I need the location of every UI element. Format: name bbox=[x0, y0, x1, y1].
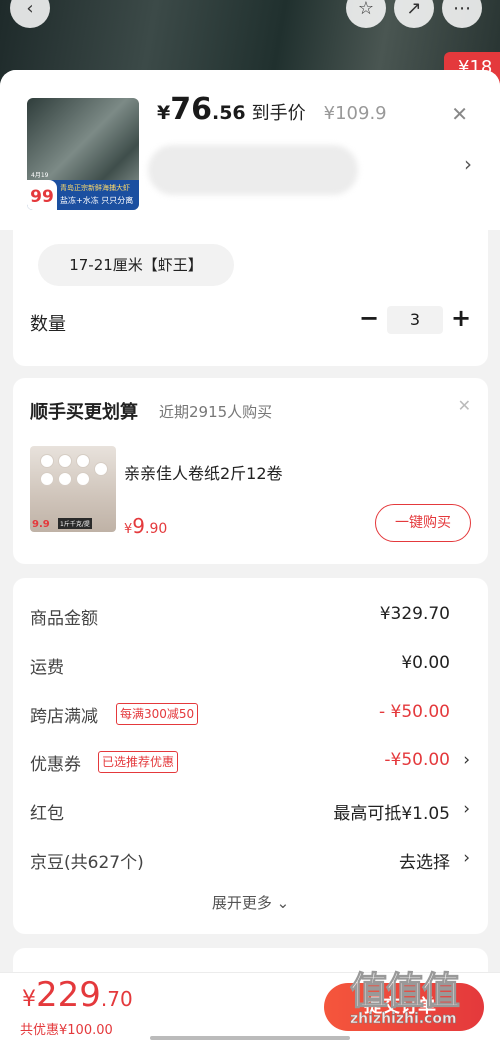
price-decimal: .56 bbox=[211, 102, 246, 124]
blurred-address bbox=[148, 145, 358, 195]
expand-more-label: 展开更多 bbox=[211, 894, 272, 912]
total-price: ¥ 229 .70 bbox=[22, 975, 133, 1015]
discount-tag: 每满300减50 bbox=[116, 703, 199, 725]
price-row: ¥ 76 .56 到手价 ¥109.9 bbox=[157, 92, 387, 127]
price-label: 到手价 bbox=[251, 103, 306, 124]
summary-label: 跨店满减 bbox=[30, 707, 98, 727]
summary-value: 最高可抵¥1.05 bbox=[333, 804, 450, 824]
thumb-top-text: 青岛正宗新鲜海捕大虾 bbox=[60, 184, 130, 192]
bundle-price-integer: 9 bbox=[132, 514, 146, 538]
summary-label: 运费 bbox=[30, 658, 64, 678]
summary-value: ¥0.00 bbox=[401, 653, 450, 673]
summary-row-coupon[interactable]: 优惠券 已选推荐优惠 -¥50.00 › bbox=[30, 748, 470, 776]
total-symbol: ¥ bbox=[22, 987, 36, 1012]
chevron-right-icon: › bbox=[463, 799, 470, 819]
thumb-band-text: 盐冻+水冻 只只分离 bbox=[60, 196, 134, 205]
summary-row-jingdou[interactable]: 京豆(共627个) 去选择 › bbox=[30, 846, 470, 874]
summary-row-cross-store-discount: 跨店满减 每满300减50 - ¥50.00 bbox=[30, 700, 470, 728]
quantity-input[interactable]: 3 bbox=[387, 306, 443, 334]
quantity-minus-button[interactable]: − bbox=[358, 304, 380, 332]
bundle-thumb-price: 9.9 bbox=[32, 519, 50, 530]
summary-label: 优惠券 bbox=[30, 755, 81, 775]
bundle-card: 顺手买更划算 近期2915人购买 ✕ 9.9 1斤千克/提 亲亲佳人卷纸2斤12… bbox=[13, 378, 488, 564]
bottom-bar: ¥ 229 .70 共优惠¥100.00 提交订单 bbox=[0, 972, 500, 1042]
spec-card: 17-21厘米【虾王】 数量 − 3 + bbox=[13, 220, 488, 366]
close-icon[interactable]: ✕ bbox=[458, 396, 471, 415]
summary-row-goods-amount: 商品金额 ¥329.70 bbox=[30, 602, 470, 630]
bundle-item-name[interactable]: 亲亲佳人卷纸2斤12卷 bbox=[124, 460, 283, 484]
summary-row-shipping: 运费 ¥0.00 bbox=[30, 651, 470, 679]
order-summary-card: 商品金额 ¥329.70 运费 ¥0.00 跨店满减 每满300减50 - ¥5… bbox=[13, 578, 488, 934]
original-price: ¥109.9 bbox=[323, 103, 387, 124]
product-thumbnail: 4月19 99 青岛正宗新鲜海捕大虾 盐冻+水冻 只只分离 bbox=[27, 98, 139, 210]
summary-value: - ¥50.00 bbox=[378, 702, 450, 722]
bundle-thumb-text: 1斤千克/提 bbox=[58, 518, 92, 529]
summary-value: 去选择 bbox=[399, 853, 450, 873]
order-sheet: 4月19 99 青岛正宗新鲜海捕大虾 盐冻+水冻 只只分离 ¥ 76 .56 到… bbox=[0, 70, 500, 1042]
summary-label: 京豆(共627个) bbox=[30, 853, 144, 873]
price-symbol: ¥ bbox=[157, 102, 171, 124]
chevron-right-icon: › bbox=[463, 750, 470, 770]
bundle-price-decimal: .90 bbox=[145, 521, 168, 537]
bundle-item-thumbnail[interactable]: 9.9 1斤千克/提 bbox=[30, 446, 116, 532]
quantity-label: 数量 bbox=[30, 314, 66, 335]
bundle-title: 顺手买更划算 bbox=[30, 402, 138, 423]
expand-more-button[interactable]: 展开更多 ⌄ bbox=[13, 892, 488, 913]
summary-label: 红包 bbox=[30, 804, 64, 824]
spec-option-chip[interactable]: 17-21厘米【虾王】 bbox=[38, 244, 234, 286]
one-click-buy-button[interactable]: 一键购买 bbox=[375, 504, 471, 542]
chevron-right-icon[interactable]: › bbox=[464, 152, 472, 176]
bundle-subtitle: 近期2915人购买 bbox=[159, 403, 273, 421]
total-discount: 共优惠¥100.00 bbox=[20, 1023, 113, 1038]
chevron-right-icon: › bbox=[463, 848, 470, 868]
close-icon[interactable]: ✕ bbox=[451, 102, 468, 126]
product-header: 4月19 99 青岛正宗新鲜海捕大虾 盐冻+水冻 只只分离 ¥ 76 .56 到… bbox=[0, 70, 500, 230]
submit-order-button[interactable]: 提交订单 bbox=[324, 983, 484, 1031]
price-integer: 76 bbox=[170, 92, 212, 127]
summary-value: -¥50.00 bbox=[384, 750, 450, 770]
summary-label: 商品金额 bbox=[30, 609, 98, 629]
total-integer: 229 bbox=[36, 975, 101, 1015]
chevron-down-icon: ⌄ bbox=[276, 894, 290, 912]
coupon-tag: 已选推荐优惠 bbox=[98, 751, 179, 773]
thumb-price: 99 bbox=[27, 180, 57, 210]
summary-row-red-packet[interactable]: 红包 最高可抵¥1.05 › bbox=[30, 797, 470, 825]
bundle-item-price: ¥ 9 .90 bbox=[124, 514, 167, 538]
bundle-price-symbol: ¥ bbox=[124, 522, 133, 537]
total-decimal: .70 bbox=[100, 987, 133, 1011]
home-indicator[interactable] bbox=[150, 1036, 350, 1040]
summary-value: ¥329.70 bbox=[379, 604, 450, 624]
quantity-plus-button[interactable]: + bbox=[450, 304, 472, 332]
thumb-date: 4月19 bbox=[31, 172, 49, 179]
